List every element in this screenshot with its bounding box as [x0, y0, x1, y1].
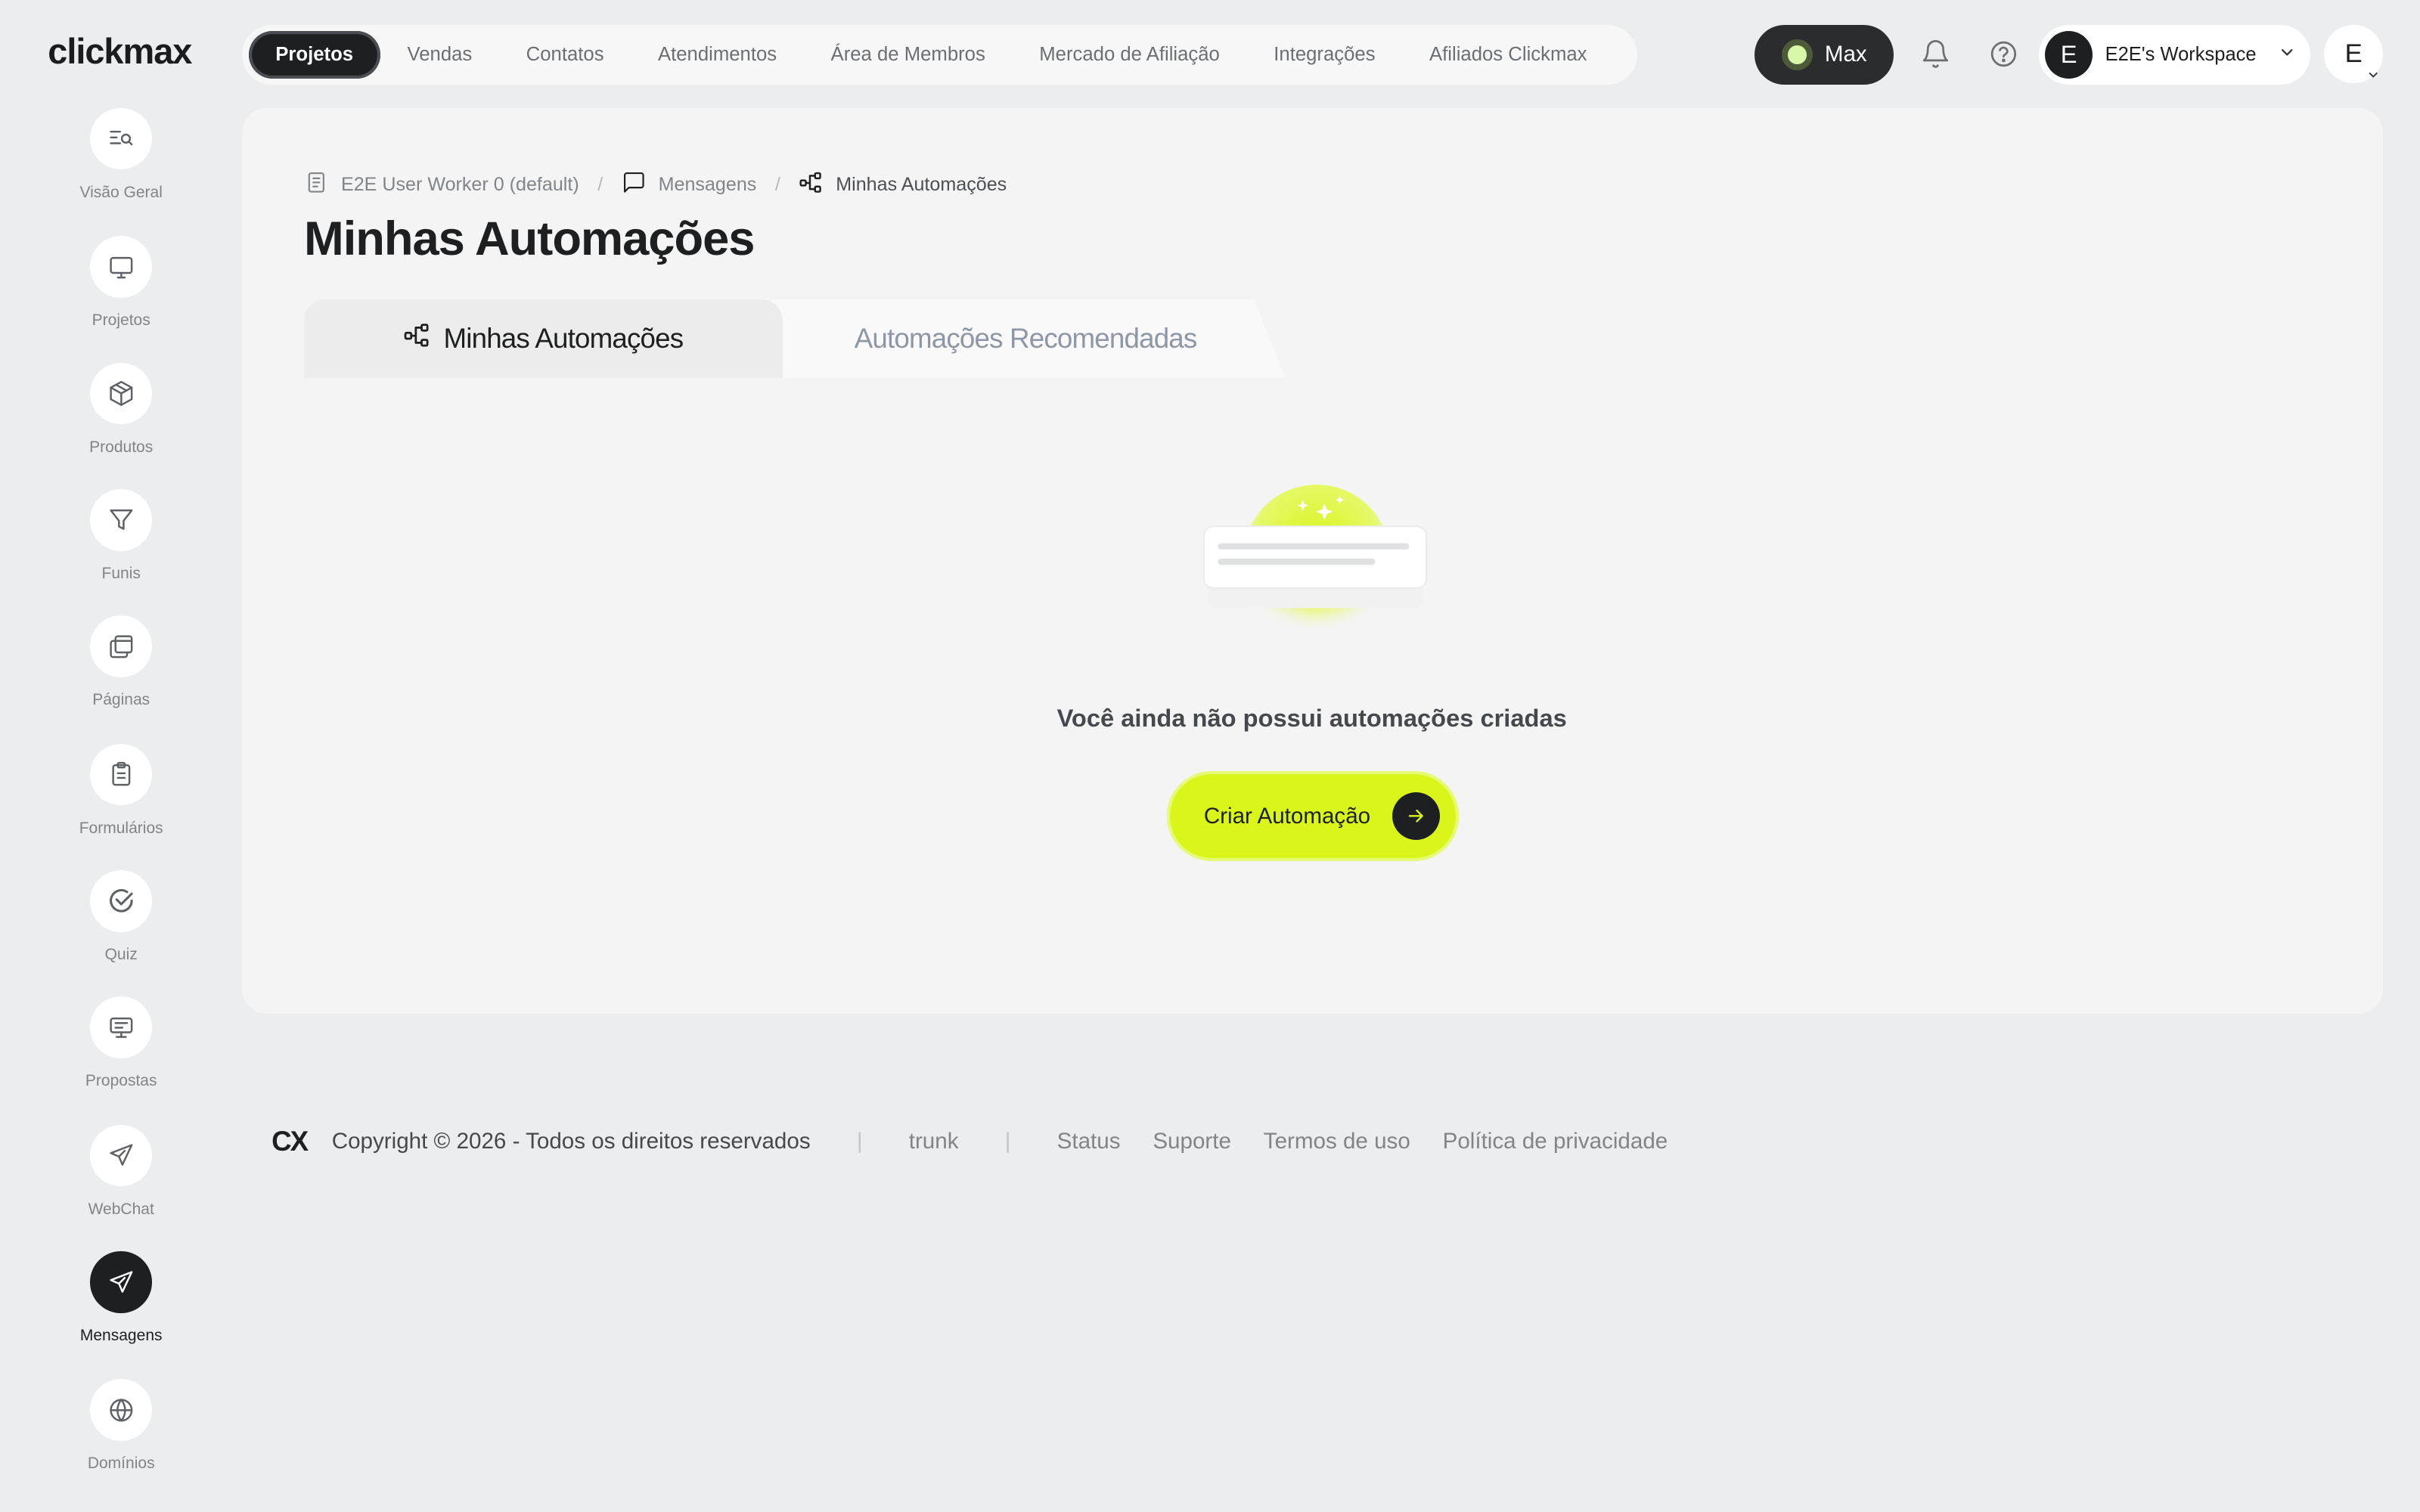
overview-search-icon	[90, 107, 152, 170]
sidebar-item-paginas[interactable]: Páginas	[0, 615, 242, 709]
tab-label: Automações Recomendadas	[854, 322, 1198, 354]
sidebar-item-label: Domínios	[87, 1455, 155, 1473]
sidebar-item-webchat[interactable]: WebChat	[0, 1124, 242, 1219]
sidebar-item-quiz[interactable]: Quiz	[0, 870, 242, 964]
breadcrumb-label: E2E User Worker 0 (default)	[340, 174, 579, 196]
sidebar-item-label: Funis	[101, 564, 141, 582]
workflow-icon	[403, 321, 431, 356]
sidebar-item-label: Projetos	[92, 311, 150, 330]
monitor-icon	[90, 236, 152, 298]
workspace-label: E2E's Workspace	[2105, 43, 2257, 65]
empty-state-illustration	[1201, 482, 1429, 636]
funnel-icon	[90, 488, 152, 551]
nav-atendimentos[interactable]: Atendimentos	[631, 31, 804, 79]
top-navigation: Projetos Vendas Contatos Atendimentos Ár…	[242, 24, 1638, 85]
send-icon	[90, 1251, 152, 1313]
sidebar-item-label: Produtos	[89, 438, 154, 456]
globe-icon	[90, 1379, 152, 1442]
footer-link-termos[interactable]: Termos de uso	[1264, 1129, 1410, 1154]
footer-link-suporte[interactable]: Suporte	[1153, 1129, 1231, 1154]
sidebar-item-label: Quiz	[104, 945, 138, 963]
sidebar-item-label: WebChat	[88, 1200, 154, 1218]
chevron-down-icon	[2278, 43, 2296, 66]
sidebar-item-visao-geral[interactable]: Visão Geral	[0, 107, 242, 202]
nav-afiliados-clickmax[interactable]: Afiliados Clickmax	[1402, 31, 1614, 79]
box-icon	[90, 362, 152, 425]
help-icon[interactable]	[1988, 39, 2019, 70]
nav-contatos[interactable]: Contatos	[499, 31, 631, 79]
clipboard-icon	[90, 743, 152, 806]
sidebar-item-formularios[interactable]: Formulários	[0, 743, 242, 838]
workspace-selector[interactable]: E E2E's Workspace	[2038, 24, 2311, 85]
document-icon	[304, 170, 329, 200]
footer-separator: |	[856, 1129, 863, 1154]
breadcrumb-workspace[interactable]: E2E User Worker 0 (default)	[304, 170, 579, 200]
workspace-avatar: E	[2045, 30, 2093, 79]
cx-logo: CX	[271, 1126, 309, 1157]
nav-area-de-membros[interactable]: Área de Membros	[804, 31, 1013, 79]
sidebar-item-projetos[interactable]: Projetos	[0, 236, 242, 330]
max-status-dot-icon	[1781, 39, 1813, 70]
sidebar-item-label: Visão Geral	[79, 183, 163, 201]
check-circle-icon	[90, 870, 152, 932]
copyright-text: Copyright © 2026 - Todos os direitos res…	[331, 1129, 811, 1154]
footer-separator: |	[1004, 1129, 1011, 1154]
clickmax-logo[interactable]: clickmax	[48, 31, 192, 72]
message-square-icon	[622, 170, 647, 200]
footer: CX Copyright © 2026 - Todos os direitos …	[271, 1126, 1700, 1157]
sidebar-item-produtos[interactable]: Produtos	[0, 362, 242, 457]
page-title: Minhas Automações	[304, 212, 755, 265]
arrow-right-icon	[1392, 792, 1441, 841]
sidebar-item-dominios[interactable]: Domínios	[0, 1379, 242, 1473]
footer-link-privacidade[interactable]: Política de privacidade	[1443, 1129, 1668, 1154]
presentation-icon	[90, 996, 152, 1058]
nav-mercado-de-afiliacao[interactable]: Mercado de Afiliação	[1013, 31, 1247, 79]
workflow-icon	[799, 170, 824, 200]
empty-state-message: Você ainda não possui automações criadas	[1056, 703, 1567, 732]
breadcrumb-label: Minhas Automações	[836, 174, 1007, 196]
breadcrumb-separator: /	[597, 174, 603, 196]
breadcrumb-label: Mensagens	[658, 174, 757, 196]
send-icon	[90, 1124, 152, 1187]
create-automation-label: Criar Automação	[1203, 803, 1371, 829]
user-chevron-down-icon[interactable]	[2366, 68, 2380, 85]
breadcrumb: E2E User Worker 0 (default) / Mensagens …	[304, 172, 1007, 200]
sidebar-item-funis[interactable]: Funis	[0, 488, 242, 583]
footer-link-status[interactable]: Status	[1057, 1129, 1121, 1154]
sidebar-item-label: Propostas	[85, 1072, 157, 1090]
sidebar-item-propostas[interactable]: Propostas	[0, 996, 242, 1090]
sidebar-item-mensagens[interactable]: Mensagens	[0, 1251, 242, 1345]
tab-label: Minhas Automações	[443, 322, 684, 354]
max-assistant-button[interactable]: Max	[1754, 24, 1894, 85]
max-label: Max	[1824, 42, 1867, 67]
nav-integracoes[interactable]: Integrações	[1247, 31, 1403, 79]
nav-projetos[interactable]: Projetos	[248, 30, 380, 79]
tab-automacoes-recomendadas[interactable]: Automações Recomendadas	[755, 299, 1286, 378]
sidebar-item-label: Mensagens	[79, 1327, 163, 1345]
pages-icon	[90, 615, 152, 677]
branch-label: trunk	[908, 1129, 959, 1154]
breadcrumb-mensagens[interactable]: Mensagens	[622, 170, 757, 200]
breadcrumb-separator: /	[774, 174, 780, 196]
sidebar-item-label: Páginas	[92, 691, 150, 709]
tab-minhas-automacoes[interactable]: Minhas Automações	[304, 299, 783, 378]
bell-icon[interactable]	[1920, 39, 1951, 70]
sidebar-item-label: Formulários	[79, 819, 163, 837]
breadcrumb-current: Minhas Automações	[799, 170, 1007, 200]
nav-vendas[interactable]: Vendas	[380, 31, 499, 79]
create-automation-button[interactable]: Criar Automação	[1166, 771, 1459, 861]
